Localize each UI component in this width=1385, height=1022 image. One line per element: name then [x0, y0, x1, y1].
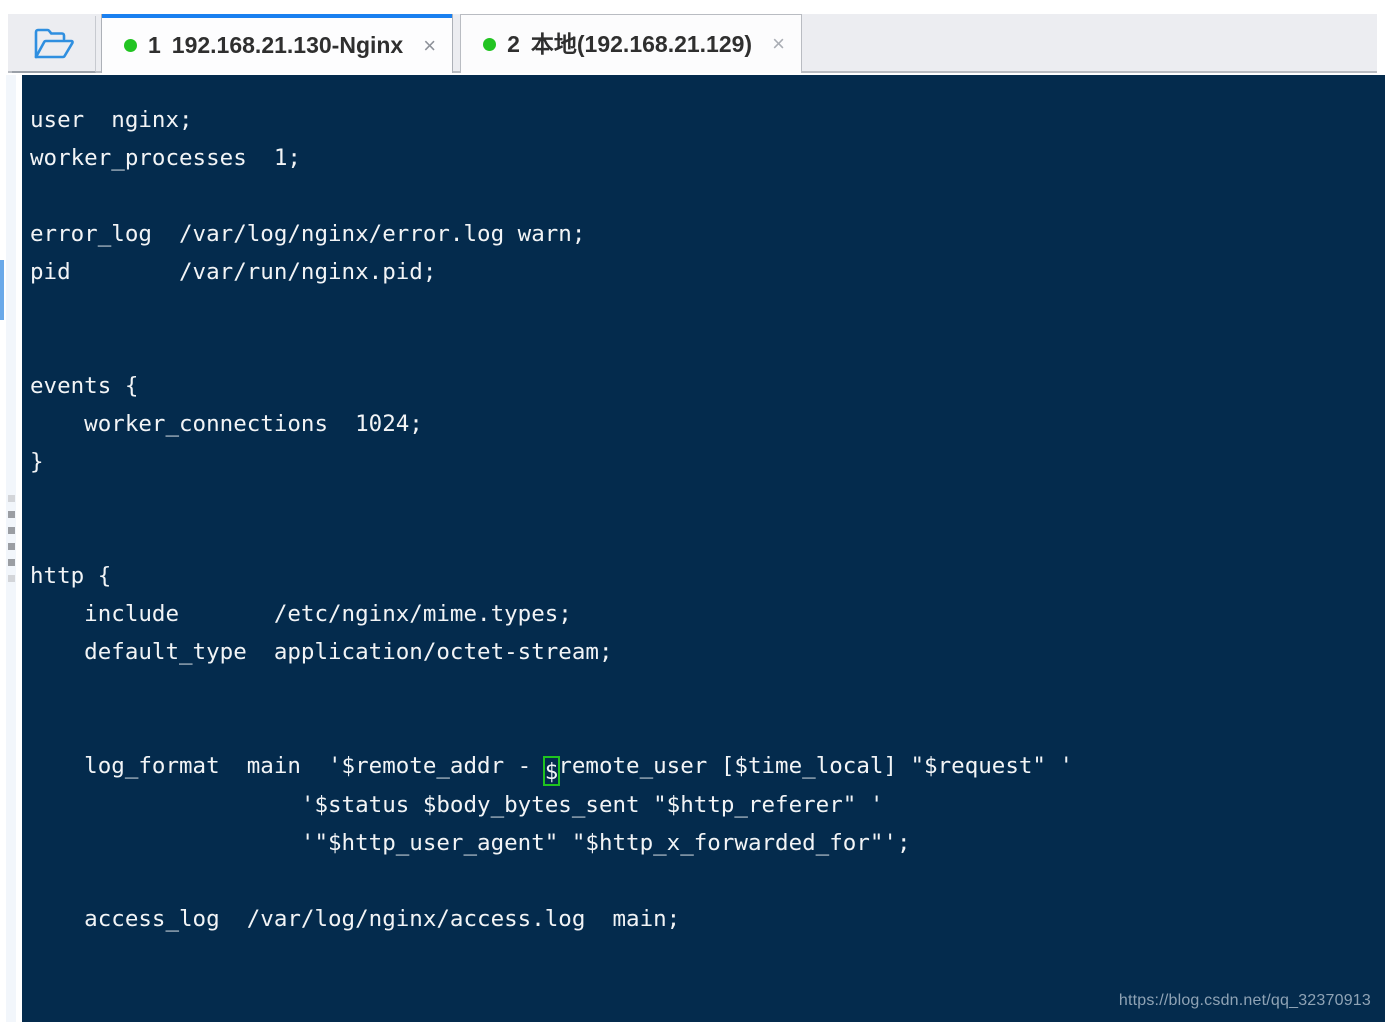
terminal-text-after-cursor: remote_user [$time_local] "$request" ' [558, 753, 1074, 779]
tab-192-168-21-130-nginx[interactable]: 1 192.168.21.130-Nginx × [101, 14, 454, 73]
gutter-highlight-bar [0, 260, 4, 320]
tab-close-icon[interactable]: × [423, 34, 436, 57]
tab-status-dot-icon [124, 39, 137, 52]
terminal-line: include /etc/nginx/mime.types; [30, 601, 572, 627]
terminal-line: '$status $body_bytes_sent "$http_referer… [30, 792, 884, 818]
left-splitter-gutter[interactable] [0, 75, 22, 1022]
terminal-line: access_log /var/log/nginx/access.log mai… [30, 906, 681, 932]
tab-list: 1 192.168.21.130-Nginx × 2 本地(192.168.21… [101, 14, 802, 75]
terminal-app-window: 1 192.168.21.130-Nginx × 2 本地(192.168.21… [0, 0, 1385, 1022]
grip-dot [8, 575, 15, 582]
terminal-line: worker_connections 1024; [30, 411, 423, 437]
grip-dot [8, 495, 15, 502]
terminal-line: error_log /var/log/nginx/error.log warn; [30, 221, 586, 247]
tab-index: 2 [507, 30, 520, 57]
tab-bar: 1 192.168.21.130-Nginx × 2 本地(192.168.21… [0, 0, 1385, 75]
terminal-area: user nginx; worker_processes 1; error_log… [0, 75, 1385, 1022]
tab-index: 1 [148, 32, 161, 58]
tab-label: 192.168.21.130-Nginx [171, 32, 404, 58]
terminal-line: pid /var/run/nginx.pid; [30, 259, 437, 285]
terminal-line: worker_processes 1; [30, 145, 301, 171]
terminal-line-with-cursor: log_format main '$remote_addr - $remote_… [30, 747, 1385, 786]
tab-status-dot-icon [483, 37, 497, 51]
splitter-grip-handle[interactable] [8, 495, 16, 582]
terminal-line: events { [30, 373, 139, 399]
grip-dot [8, 543, 15, 550]
terminal-line: user nginx; [30, 107, 193, 133]
terminal-output-pane[interactable]: user nginx; worker_processes 1; error_log… [22, 75, 1385, 1022]
open-folder-button[interactable] [12, 16, 96, 73]
tab-local-192-168-21-129[interactable]: 2 本地(192.168.21.129) × [460, 14, 802, 73]
terminal-line: } [30, 449, 44, 475]
grip-dot [8, 559, 15, 566]
grip-dot [8, 511, 15, 518]
grip-dot [8, 527, 15, 534]
tab-label: 本地(192.168.21.129) [530, 30, 753, 57]
open-folder-icon [33, 27, 75, 61]
tab-close-icon[interactable]: × [772, 33, 785, 55]
watermark-text: https://blog.csdn.net/qq_32370913 [1118, 992, 1371, 1009]
terminal-line: default_type application/octet-stream; [30, 639, 613, 665]
terminal-line: '"$http_user_agent" "$http_x_forwarded_f… [30, 830, 911, 856]
terminal-line: http { [30, 563, 112, 589]
terminal-text-before-cursor: log_format main '$remote_addr - [30, 753, 545, 779]
